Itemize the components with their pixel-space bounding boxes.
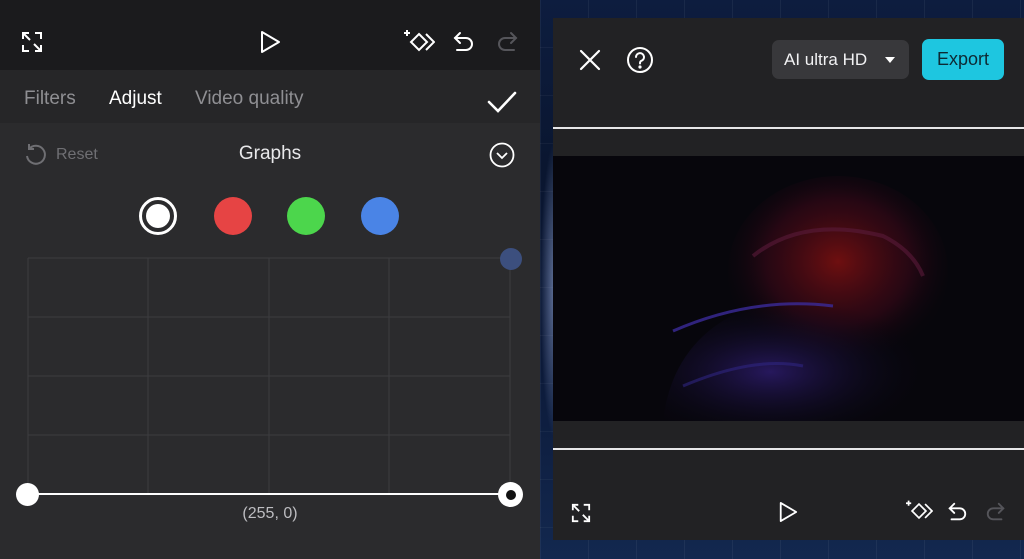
caret-down-icon bbox=[885, 57, 895, 63]
keyframe-icon[interactable] bbox=[403, 27, 435, 57]
undo-icon[interactable] bbox=[946, 501, 968, 523]
preview-bottom-divider bbox=[553, 448, 1024, 450]
curve-end-point-selected[interactable] bbox=[498, 482, 523, 507]
section-title: Graphs bbox=[238, 143, 302, 164]
curve-top-handle[interactable] bbox=[500, 248, 522, 270]
video-preview[interactable] bbox=[553, 156, 1024, 421]
preview-top-divider bbox=[553, 127, 1024, 129]
curve-start-point[interactable] bbox=[16, 483, 39, 506]
channel-red-swatch[interactable] bbox=[214, 197, 252, 235]
fullscreen-icon[interactable] bbox=[570, 502, 592, 524]
quality-dropdown-value: AI ultra HD bbox=[784, 49, 868, 69]
channel-white-swatch[interactable] bbox=[139, 197, 177, 235]
tab-adjust[interactable]: Adjust bbox=[109, 88, 162, 110]
undo-icon[interactable] bbox=[451, 30, 475, 54]
close-icon[interactable] bbox=[577, 47, 603, 73]
point-coordinates: (255, 0) bbox=[242, 505, 298, 522]
help-icon[interactable] bbox=[626, 46, 654, 74]
keyframe-icon[interactable] bbox=[905, 498, 933, 524]
fullscreen-icon[interactable] bbox=[20, 30, 44, 54]
tab-video-quality[interactable]: Video quality bbox=[195, 88, 303, 110]
redo-icon[interactable] bbox=[496, 30, 520, 54]
channel-blue-swatch[interactable] bbox=[361, 197, 399, 235]
play-icon[interactable] bbox=[257, 28, 283, 56]
play-icon[interactable] bbox=[777, 500, 799, 524]
curve-graph[interactable] bbox=[27, 257, 511, 495]
quality-dropdown[interactable]: AI ultra HD bbox=[772, 40, 909, 79]
channel-green-swatch[interactable] bbox=[287, 197, 325, 235]
collapse-chevron-icon[interactable] bbox=[489, 142, 515, 168]
tab-filters[interactable]: Filters bbox=[24, 88, 76, 110]
adjust-editor-panel: Filters Adjust Video quality Reset Graph… bbox=[0, 0, 540, 559]
redo-icon[interactable] bbox=[985, 501, 1007, 523]
confirm-check-icon[interactable] bbox=[487, 89, 517, 115]
export-button[interactable]: Export bbox=[922, 39, 1004, 80]
graph-grid bbox=[27, 257, 511, 494]
